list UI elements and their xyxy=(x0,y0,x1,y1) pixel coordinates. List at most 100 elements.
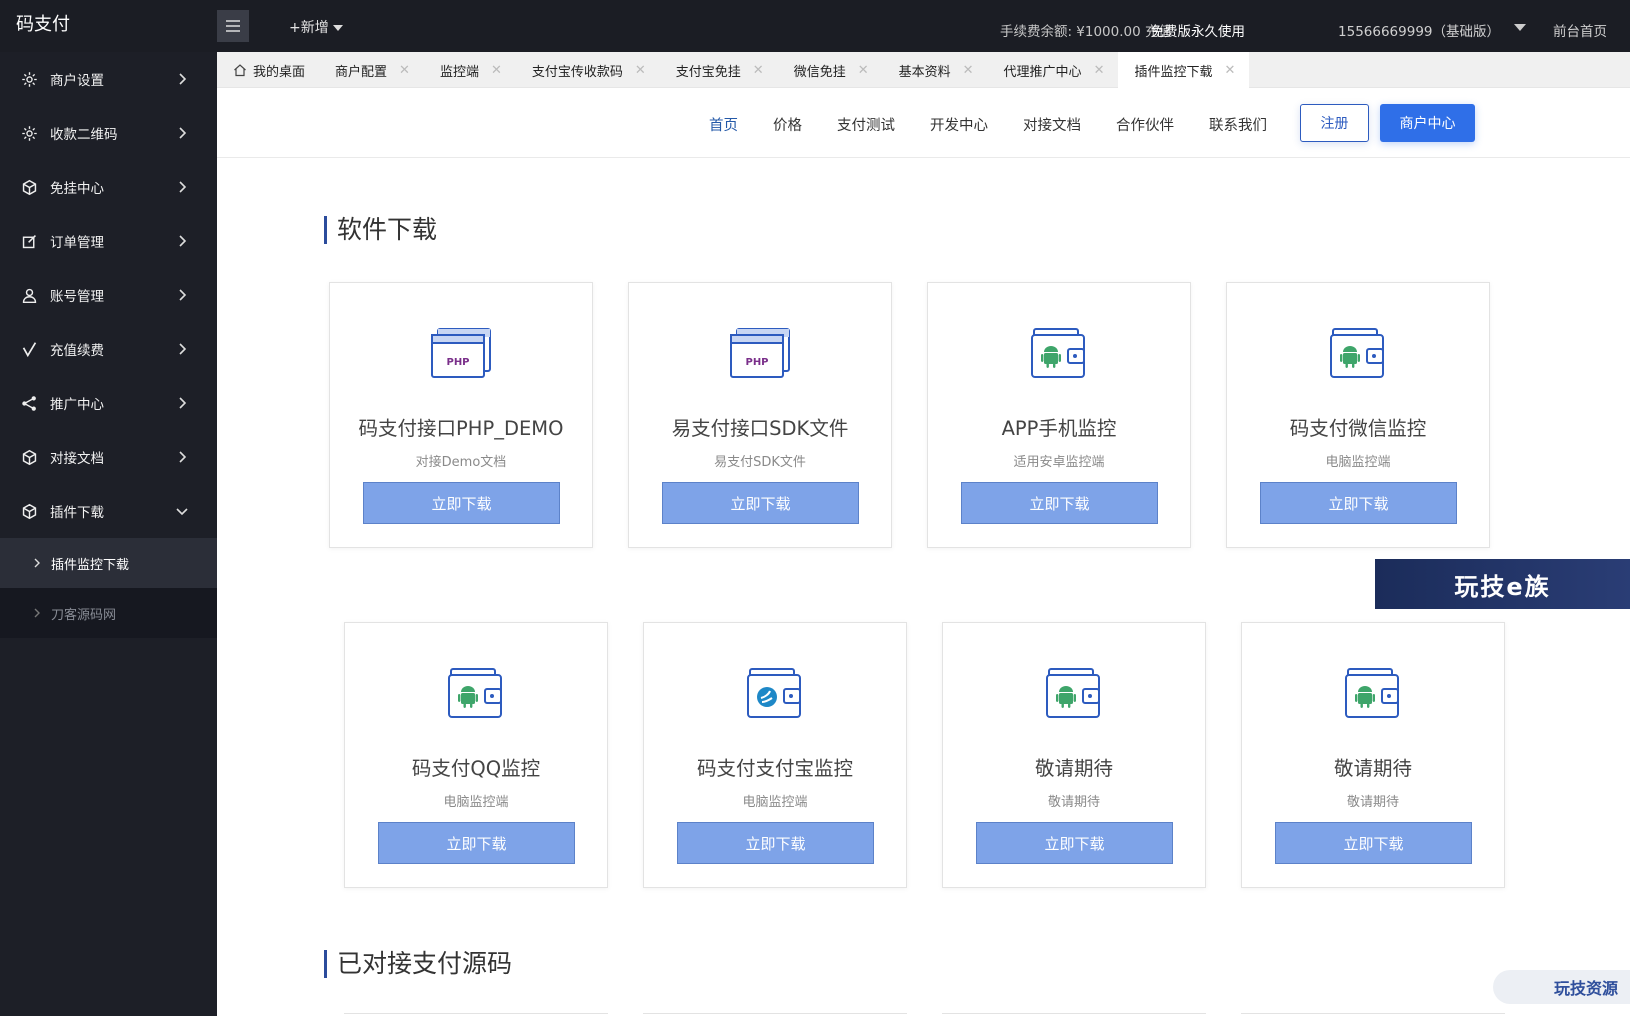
register-button[interactable]: 注册 xyxy=(1300,104,1369,142)
share-icon xyxy=(20,394,38,412)
sidebar-item-free-hang[interactable]: 免挂中心 xyxy=(0,160,217,214)
download-button[interactable]: 立即下载 xyxy=(976,822,1173,864)
close-icon[interactable]: ✕ xyxy=(858,63,869,78)
sidebar-item-orders[interactable]: 订单管理 xyxy=(0,214,217,268)
download-card: PHP 易支付接口SDK文件 易支付SDK文件 立即下载 xyxy=(628,282,892,548)
sidebar-item-qrcode[interactable]: 收款二维码 xyxy=(0,106,217,160)
tab-wechat-free[interactable]: 微信免挂 ✕ xyxy=(778,52,883,88)
nav-link-dev-center[interactable]: 开发中心 xyxy=(930,114,988,135)
php-window-icon: PHP xyxy=(431,328,491,378)
close-icon[interactable]: ✕ xyxy=(753,63,764,78)
download-card: APP手机监控 适用安卓监控端 立即下载 xyxy=(927,282,1191,548)
close-icon[interactable]: ✕ xyxy=(1094,63,1105,78)
user-account[interactable]: 15566669999（基础版） xyxy=(1338,20,1500,40)
nav-link-price[interactable]: 价格 xyxy=(773,114,802,135)
watermark-banner: 玩技e族 xyxy=(1375,559,1630,609)
chevron-right-icon xyxy=(34,608,40,618)
android-wallet-icon xyxy=(448,668,502,718)
alipay-wallet-icon xyxy=(747,668,801,718)
gear-icon xyxy=(20,124,38,142)
sidebar-menu: 商户设置 收款二维码 免挂中心 订单管理 账号管理 充值续费 推广中心 对接文档… xyxy=(0,52,217,638)
chevron-right-icon xyxy=(179,127,187,139)
tab-alipay-qrcode[interactable]: 支付宝传收款码 ✕ xyxy=(516,52,660,88)
download-card: 敬请期待 敬请期待 立即下载 xyxy=(1241,622,1505,888)
sidebar-item-recharge[interactable]: 充值续费 xyxy=(0,322,217,376)
hamburger-icon xyxy=(226,20,240,32)
caret-down-icon xyxy=(333,25,344,31)
tab-merchant-config[interactable]: 商户配置 ✕ xyxy=(319,52,424,88)
card-subtitle: 敬请期待 xyxy=(1047,795,1100,810)
sidebar-item-merchant-settings[interactable]: 商户设置 xyxy=(0,52,217,106)
download-button[interactable]: 立即下载 xyxy=(363,482,560,524)
sidebar-item-label: 订单管理 xyxy=(50,235,104,251)
tab-alipay-free[interactable]: 支付宝免挂 ✕ xyxy=(660,52,778,88)
download-button[interactable]: 立即下载 xyxy=(1260,482,1457,524)
download-button[interactable]: 立即下载 xyxy=(662,482,859,524)
download-button[interactable]: 立即下载 xyxy=(378,822,575,864)
sidebar-subitem-label: 刀客源码网 xyxy=(51,607,117,623)
card-subtitle: 易支付SDK文件 xyxy=(714,455,806,470)
chevron-right-icon xyxy=(179,397,187,409)
close-icon[interactable]: ✕ xyxy=(1224,63,1235,78)
tab-agent-promotion[interactable]: 代理推广中心 ✕ xyxy=(988,52,1119,88)
sidebar-item-docs[interactable]: 对接文档 xyxy=(0,430,217,484)
card-subtitle: 对接Demo文档 xyxy=(415,455,507,470)
sidebar-subitem-label: 插件监控下载 xyxy=(51,557,130,573)
new-label: +新增 xyxy=(289,20,329,36)
sidebar-item-label: 充值续费 xyxy=(50,343,104,359)
frontend-home-link[interactable]: 前台首页 xyxy=(1553,20,1607,40)
download-card: PHP 码支付接口PHP_DEMO 对接Demo文档 立即下载 xyxy=(329,282,593,548)
card-title: 码支付支付宝监控 xyxy=(696,757,853,780)
nav-link-docs[interactable]: 对接文档 xyxy=(1023,114,1081,135)
nav-link-home[interactable]: 首页 xyxy=(709,114,738,135)
nav-links: 首页 价格 支付测试 开发中心 对接文档 合作伙伴 联系我们 xyxy=(709,114,1302,135)
site-navigation: 首页 价格 支付测试 开发中心 对接文档 合作伙伴 联系我们 注册 商户中心 xyxy=(217,88,1630,158)
merchant-center-button[interactable]: 商户中心 xyxy=(1380,104,1475,142)
download-card: 码支付支付宝监控 电脑监控端 立即下载 xyxy=(643,622,907,888)
download-card: 码支付QQ监控 电脑监控端 立即下载 xyxy=(344,622,608,888)
tab-label: 代理推广中心 xyxy=(1003,64,1082,80)
download-button[interactable]: 立即下载 xyxy=(961,482,1158,524)
menu-toggle-button[interactable] xyxy=(217,10,249,42)
close-icon[interactable]: ✕ xyxy=(963,63,974,78)
card-title: 码支付微信监控 xyxy=(1289,417,1427,440)
nav-link-pay-test[interactable]: 支付测试 xyxy=(837,114,895,135)
tab-monitor[interactable]: 监控端 ✕ xyxy=(424,52,516,88)
nav-link-partners[interactable]: 合作伙伴 xyxy=(1116,114,1174,135)
svg-text:PHP: PHP xyxy=(745,357,768,368)
chevron-right-icon xyxy=(34,558,40,568)
download-button[interactable]: 立即下载 xyxy=(677,822,874,864)
user-icon xyxy=(20,286,38,304)
fee-balance[interactable]: 手续费余额: ¥1000.00 充值 xyxy=(1000,20,1172,40)
tab-label: 微信免挂 xyxy=(793,64,846,80)
card-title: APP手机监控 xyxy=(1001,417,1117,440)
sidebar-item-label: 商户设置 xyxy=(50,73,104,89)
chevron-right-icon xyxy=(179,451,187,463)
app-logo: 码支付 xyxy=(0,0,217,52)
sidebar-item-accounts[interactable]: 账号管理 xyxy=(0,268,217,322)
watermark-pill: 玩技资源 xyxy=(1493,970,1630,1004)
download-button[interactable]: 立即下载 xyxy=(1275,822,1472,864)
caret-down-icon[interactable] xyxy=(1514,24,1526,31)
sidebar-item-promotion[interactable]: 推广中心 xyxy=(0,376,217,430)
download-card: 敬请期待 敬请期待 立即下载 xyxy=(942,622,1206,888)
card-title: 易支付接口SDK文件 xyxy=(671,417,849,440)
new-dropdown-button[interactable]: +新增 xyxy=(289,17,344,37)
card-title: 敬请期待 xyxy=(1333,757,1412,780)
chevron-right-icon xyxy=(179,235,187,247)
card-subtitle: 电脑监控端 xyxy=(742,795,808,810)
sidebar-item-label: 对接文档 xyxy=(50,451,104,467)
gear-icon xyxy=(20,70,38,88)
chevron-right-icon xyxy=(179,343,187,355)
card-subtitle: 适用安卓监控端 xyxy=(1013,455,1105,470)
sidebar-subitem-plugin-monitor[interactable]: 插件监控下载 xyxy=(0,538,217,588)
nav-link-contact[interactable]: 联系我们 xyxy=(1209,114,1267,135)
sidebar-subitem-source-site[interactable]: 刀客源码网 xyxy=(0,588,217,638)
close-icon[interactable]: ✕ xyxy=(635,63,646,78)
close-icon[interactable]: ✕ xyxy=(399,63,410,78)
tab-desktop[interactable]: 我的桌面 xyxy=(217,52,319,88)
tab-plugin-monitor[interactable]: 插件监控下载 ✕ xyxy=(1118,52,1250,88)
sidebar-item-plugin-download[interactable]: 插件下载 xyxy=(0,484,217,538)
tab-basic-info[interactable]: 基本资料 ✕ xyxy=(883,52,988,88)
close-icon[interactable]: ✕ xyxy=(491,63,502,78)
